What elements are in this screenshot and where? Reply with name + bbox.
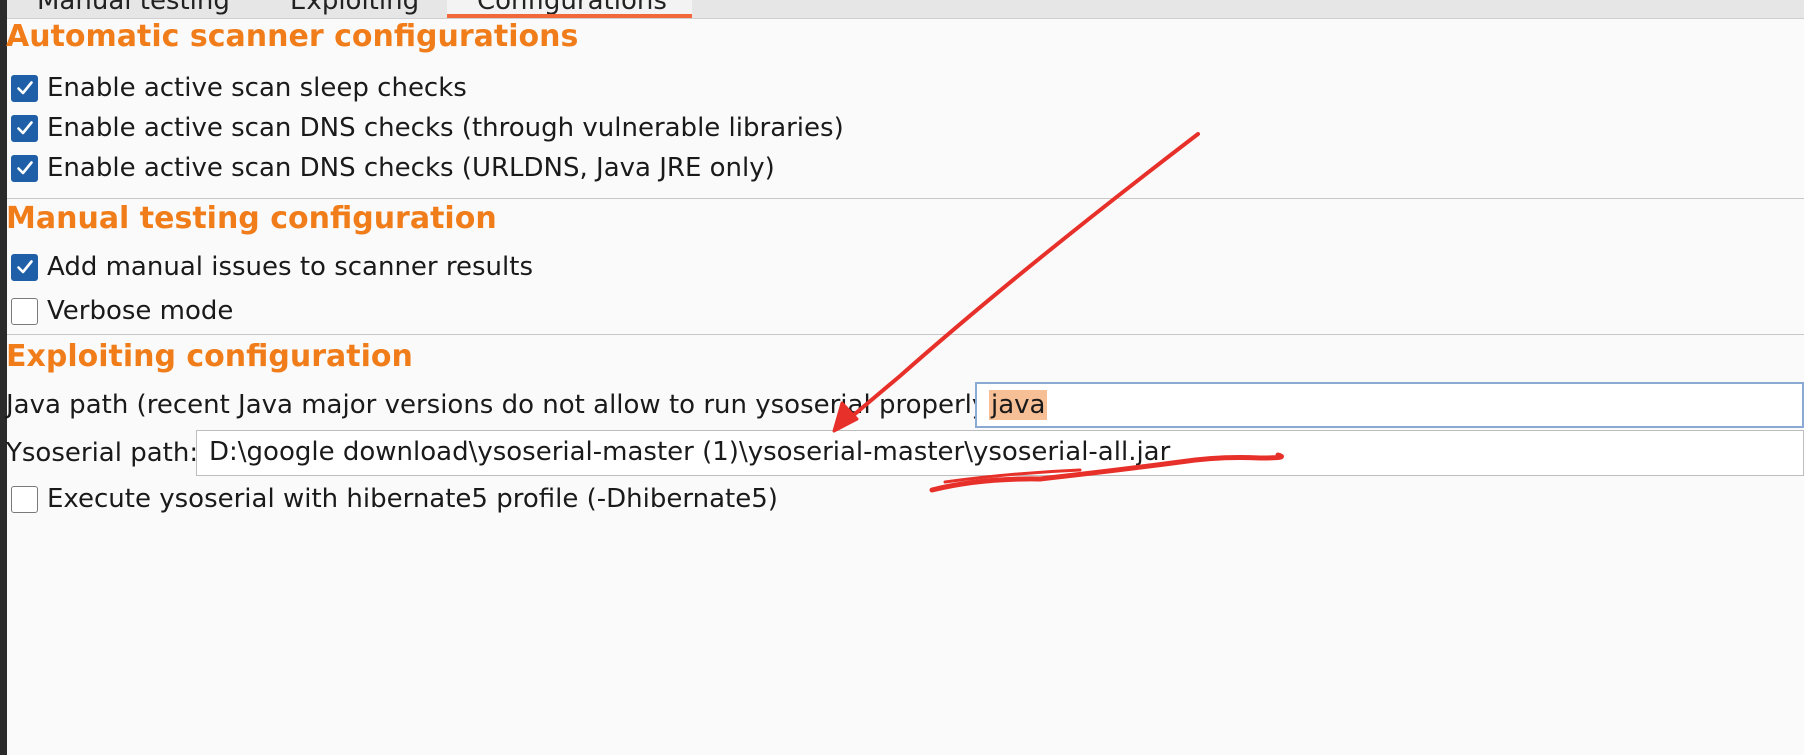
add-manual-issues-checkbox[interactable]	[11, 253, 38, 281]
window-edge	[0, 0, 7, 755]
dns-urldns-option[interactable]: Enable active scan DNS checks (URLDNS, J…	[11, 153, 775, 183]
dns-vuln-libs-label: Enable active scan DNS checks (through v…	[47, 113, 844, 143]
tab-exploiting[interactable]: Exploiting	[290, 0, 419, 18]
verbose-mode-label: Verbose mode	[47, 296, 234, 326]
ysoserial-path-value: D:\google download\ysoserial-master (1)\…	[209, 437, 1171, 467]
checkmark-icon	[16, 161, 33, 175]
hibernate5-label: Execute ysoserial with hibernate5 profil…	[47, 484, 778, 514]
add-manual-issues-option[interactable]: Add manual issues to scanner results	[11, 252, 533, 282]
add-manual-issues-label: Add manual issues to scanner results	[47, 252, 533, 282]
ysoserial-path-label: Ysoserial path:	[6, 438, 199, 468]
sleep-checks-checkbox[interactable]	[11, 74, 38, 102]
java-path-input[interactable]: java	[975, 382, 1804, 428]
burp-extension-config-panel: Manual testing Exploiting Configurations…	[0, 0, 1804, 755]
active-tab-indicator	[447, 14, 692, 18]
checkmark-icon	[16, 121, 33, 135]
section-divider	[7, 198, 1804, 199]
sleep-checks-label: Enable active scan sleep checks	[47, 73, 467, 103]
dns-urldns-label: Enable active scan DNS checks (URLDNS, J…	[47, 153, 775, 183]
tab-bar: Manual testing Exploiting Configurations	[7, 0, 1804, 19]
verbose-mode-option[interactable]: Verbose mode	[11, 296, 233, 326]
checkmark-icon	[16, 81, 33, 95]
checkmark-icon	[16, 260, 33, 274]
section-divider	[7, 334, 1804, 335]
java-path-label: Java path (recent Java major versions do…	[6, 390, 1007, 420]
sleep-checks-option[interactable]: Enable active scan sleep checks	[11, 73, 467, 103]
ysoserial-path-input[interactable]: D:\google download\ysoserial-master (1)\…	[196, 430, 1804, 476]
java-path-value: java	[989, 390, 1048, 420]
dns-vuln-libs-option[interactable]: Enable active scan DNS checks (through v…	[11, 113, 844, 143]
dns-urldns-checkbox[interactable]	[11, 154, 38, 182]
verbose-mode-checkbox[interactable]	[11, 297, 38, 325]
manual-section-title: Manual testing configuration	[6, 201, 497, 236]
exploiting-section-title: Exploiting configuration	[6, 339, 413, 374]
tab-manual-testing[interactable]: Manual testing	[37, 0, 230, 18]
hibernate5-option[interactable]: Execute ysoserial with hibernate5 profil…	[11, 484, 778, 514]
dns-vuln-libs-checkbox[interactable]	[11, 114, 38, 142]
hibernate5-checkbox[interactable]	[11, 485, 38, 513]
scanner-section-title: Automatic scanner configurations	[6, 19, 579, 54]
